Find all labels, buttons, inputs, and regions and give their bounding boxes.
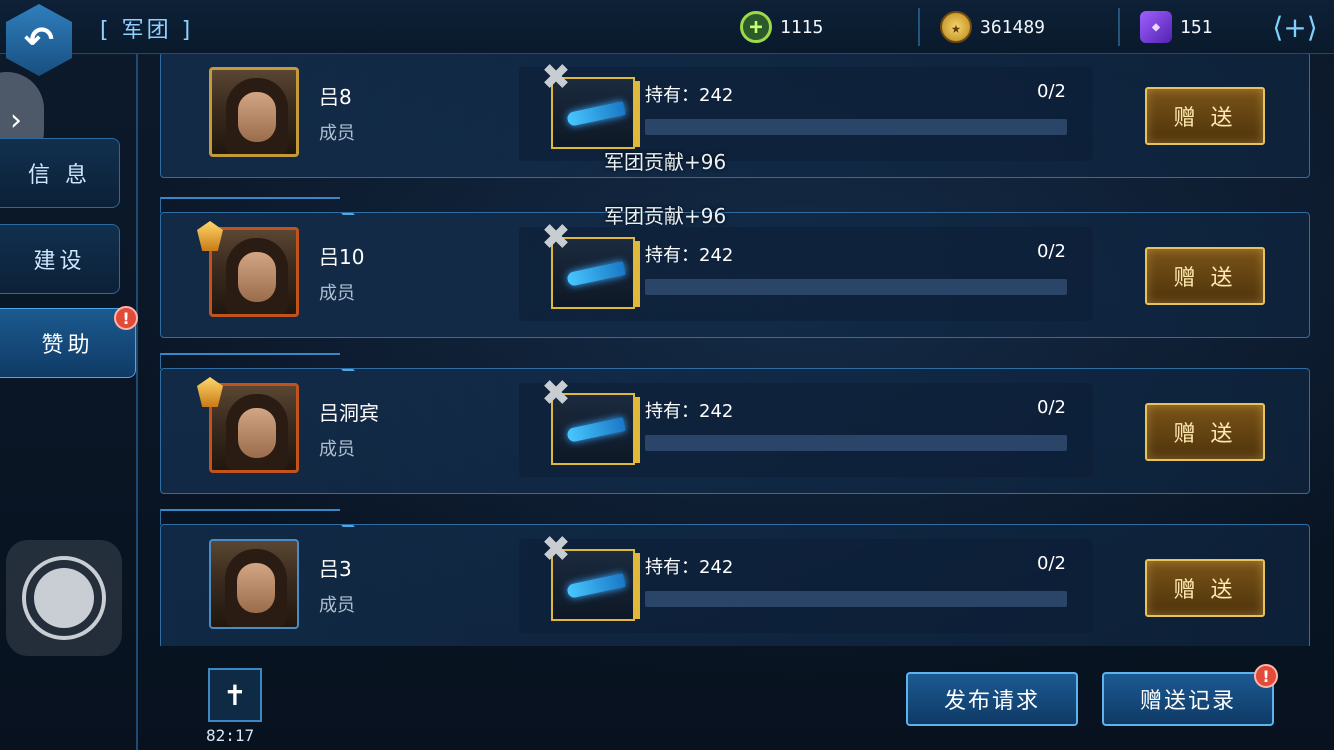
request-count: 0/2	[1037, 553, 1066, 574]
ship-icon	[566, 573, 626, 599]
member-role: 成员	[319, 283, 355, 304]
request-count: 0/2	[1037, 397, 1066, 418]
request-progress-bar	[645, 435, 1067, 451]
page-title: [ 军团 ]	[100, 18, 194, 43]
history-alert-badge: !	[1254, 664, 1278, 688]
ship-fragment-item[interactable]	[551, 393, 635, 465]
avatar[interactable]	[209, 227, 299, 317]
ship-icon	[566, 417, 626, 443]
request-item-area: 持有：242 0/2	[519, 227, 1093, 321]
avatar[interactable]	[209, 539, 299, 629]
purple-gem-icon: ◆	[1140, 11, 1172, 43]
hold-count: 持有：242	[645, 557, 734, 578]
tab-info[interactable]: 信 息	[0, 138, 120, 208]
request-item-area: 持有：242 0/2	[519, 539, 1093, 633]
item-accent-bar	[635, 397, 640, 463]
member-name: 吕8	[319, 85, 352, 109]
contribution-counter[interactable]: + 1115	[740, 8, 823, 46]
ship-fragment-item[interactable]	[551, 77, 635, 149]
chevron-right-icon: ›	[10, 102, 22, 138]
request-progress-bar	[645, 119, 1067, 135]
hold-count: 持有：242	[645, 245, 734, 266]
sidebar-divider	[136, 54, 138, 750]
ship-icon	[566, 101, 626, 127]
gem-value: 151	[1180, 16, 1213, 38]
ship-fragment-item[interactable]	[551, 237, 635, 309]
list-item: 吕洞宾 成员 持有：242 0/2 赠 送	[160, 353, 1310, 494]
member-list[interactable]: 吕8 成员 持有：242 0/2 赠 送 吕10 成员 持有：242 0/2 赠…	[140, 54, 1334, 646]
gem-counter[interactable]: ◆ 151	[1140, 8, 1213, 46]
tab-build[interactable]: 建设	[0, 224, 120, 294]
request-count: 0/2	[1037, 81, 1066, 102]
row-tab-decoration	[160, 509, 340, 525]
request-count: 0/2	[1037, 241, 1066, 262]
member-role: 成员	[319, 595, 355, 616]
member-role: 成员	[319, 123, 355, 144]
divider	[918, 8, 920, 46]
divider	[1118, 8, 1120, 46]
list-item: 吕10 成员 持有：242 0/2 赠 送	[160, 197, 1310, 338]
hold-count: 持有：242	[645, 401, 734, 422]
give-button[interactable]: 赠 送	[1145, 87, 1265, 145]
list-item: 吕8 成员 持有：242 0/2 赠 送	[160, 54, 1310, 178]
contribution-value: 1115	[780, 16, 824, 38]
joystick-knob[interactable]	[22, 556, 106, 640]
member-role: 成员	[319, 439, 355, 460]
contribution-popup-text: 军团贡献+96	[604, 204, 727, 228]
request-item-area: 持有：242 0/2	[519, 383, 1093, 477]
row-tab-decoration	[160, 197, 340, 213]
request-progress-bar	[645, 591, 1067, 607]
sponsor-alert-badge: !	[114, 306, 138, 330]
add-currency-button[interactable]: ⟨+⟩	[1270, 8, 1320, 46]
coin-value: 361489	[980, 16, 1046, 38]
give-history-button[interactable]: 赠送记录	[1102, 672, 1274, 726]
star-coin-icon: ★	[940, 11, 972, 43]
item-accent-bar	[635, 241, 640, 307]
coin-counter[interactable]: ★ 361489	[940, 8, 1045, 46]
ship-icon	[566, 261, 626, 287]
avatar[interactable]	[209, 383, 299, 473]
legion-upgrade-icon[interactable]: ✝	[208, 668, 262, 722]
virtual-joystick[interactable]	[6, 540, 122, 656]
member-name: 吕10	[319, 245, 365, 269]
list-item: 吕3 成员 持有：242 0/2 赠 送	[160, 509, 1310, 646]
row-tab-decoration	[160, 353, 340, 369]
give-button[interactable]: 赠 送	[1145, 247, 1265, 305]
item-accent-bar	[635, 553, 640, 619]
hold-count: 持有：242	[645, 85, 734, 106]
timer: 82:17	[206, 726, 255, 745]
give-button[interactable]: 赠 送	[1145, 559, 1265, 617]
cross-shield-icon: +	[740, 11, 772, 43]
ship-fragment-item[interactable]	[551, 549, 635, 621]
publish-request-button[interactable]: 发布请求	[906, 672, 1078, 726]
give-button[interactable]: 赠 送	[1145, 403, 1265, 461]
contribution-popup-text: 军团贡献+96	[604, 150, 727, 174]
avatar[interactable]	[209, 67, 299, 157]
member-name: 吕3	[319, 557, 352, 581]
top-bar: [ 军团 ] + 1115 ★ 361489 ◆ 151 ⟨+⟩	[0, 0, 1334, 54]
item-accent-bar	[635, 81, 640, 147]
member-name: 吕洞宾	[319, 401, 379, 425]
back-arrow-icon: ↶	[23, 19, 55, 61]
request-progress-bar	[645, 279, 1067, 295]
